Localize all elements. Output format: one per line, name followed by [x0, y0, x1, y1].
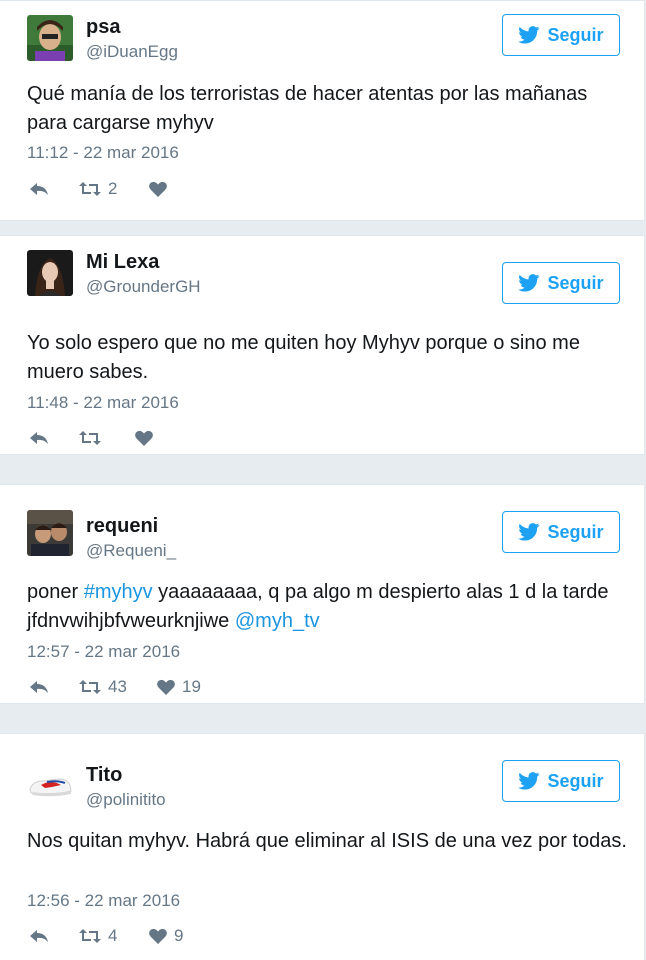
heart-icon: [135, 430, 153, 446]
heart-icon: [149, 928, 167, 944]
reply-button[interactable]: [28, 678, 78, 696]
tweet-text: Qué manía de los terroristas de hacer at…: [27, 83, 588, 134]
reply-icon: [30, 681, 48, 693]
tweet-text-part: poner: [27, 581, 84, 603]
tweet-card: psa @iDuanEgg Seguir Qué manía de los te…: [0, 0, 645, 221]
retweet-button[interactable]: [78, 429, 134, 447]
reply-button[interactable]: [28, 927, 78, 945]
retweet-button[interactable]: 2: [78, 179, 148, 199]
twitter-bird-icon: [518, 274, 540, 292]
reply-button[interactable]: [28, 429, 78, 447]
retweet-count: 2: [108, 179, 118, 198]
tweet-actions: 2: [28, 178, 174, 200]
mention-link[interactable]: @myh_tv: [235, 610, 320, 632]
reply-icon: [30, 183, 48, 195]
username[interactable]: @iDuanEgg: [86, 41, 178, 63]
retweet-icon: [79, 431, 101, 445]
username[interactable]: @GrounderGH: [86, 276, 201, 298]
twitter-bird-icon: [518, 26, 540, 44]
retweet-icon: [79, 680, 101, 694]
like-button[interactable]: [148, 180, 174, 198]
display-name[interactable]: psa: [86, 16, 120, 38]
like-button[interactable]: [134, 429, 160, 447]
tweet-actions: [28, 427, 160, 449]
tweet-feed: psa @iDuanEgg Seguir Qué manía de los te…: [0, 0, 646, 960]
like-count: 19: [182, 677, 201, 696]
tweet-text: Yo solo espero que no me quiten hoy Myhy…: [27, 332, 580, 383]
heart-icon: [157, 679, 175, 695]
retweet-button[interactable]: 4: [78, 926, 148, 946]
retweet-icon: [79, 929, 101, 943]
like-button[interactable]: 19: [156, 677, 201, 697]
follow-label: Seguir: [547, 24, 604, 45]
reply-icon: [30, 432, 48, 444]
follow-label: Seguir: [547, 272, 604, 293]
avatar[interactable]: [27, 15, 73, 61]
follow-label: Seguir: [547, 770, 604, 791]
like-button[interactable]: 9: [148, 926, 183, 946]
tweet-text: Nos quitan myhyv. Habrá que eliminar al …: [27, 830, 627, 852]
retweet-count: 4: [108, 926, 118, 945]
retweet-count: 43: [108, 677, 127, 696]
avatar[interactable]: [27, 250, 73, 296]
tweet-text: poner #myhyv yaaaaaaaa, q pa algo m desp…: [27, 578, 627, 636]
tweet-card: requeni @Requeni_ Seguir poner #myhyv ya…: [0, 484, 645, 704]
reply-icon: [30, 930, 48, 942]
twitter-bird-icon: [518, 523, 540, 541]
tweet-timestamp[interactable]: 11:48 - 22 mar 2016: [27, 392, 179, 414]
follow-button[interactable]: Seguir: [502, 760, 620, 802]
retweet-button[interactable]: 43: [78, 677, 156, 697]
display-name[interactable]: requeni: [86, 515, 158, 537]
follow-button[interactable]: Seguir: [502, 14, 620, 56]
hashtag-link[interactable]: #myhyv: [84, 581, 153, 603]
heart-icon: [149, 181, 167, 197]
like-count: 9: [174, 926, 184, 945]
username[interactable]: @polinitito: [86, 789, 166, 811]
reply-button[interactable]: [28, 180, 78, 198]
tweet-actions: 43 19: [28, 676, 201, 698]
display-name[interactable]: Mi Lexa: [86, 251, 159, 273]
retweet-icon: [79, 182, 101, 196]
tweet-timestamp[interactable]: 11:12 - 22 mar 2016: [27, 142, 179, 164]
tweet-card: Mi Lexa @GrounderGH Seguir Yo solo esper…: [0, 235, 645, 455]
tweet-timestamp[interactable]: 12:56 - 22 mar 2016: [27, 890, 180, 912]
follow-button[interactable]: Seguir: [502, 511, 620, 553]
follow-button[interactable]: Seguir: [502, 262, 620, 304]
tweet-timestamp[interactable]: 12:57 - 22 mar 2016: [27, 641, 180, 663]
username[interactable]: @Requeni_: [86, 540, 176, 562]
tweet-actions: 4 9: [28, 925, 183, 947]
avatar[interactable]: [27, 510, 73, 556]
twitter-bird-icon: [518, 772, 540, 790]
avatar[interactable]: [27, 759, 73, 805]
follow-label: Seguir: [547, 521, 604, 542]
tweet-card: Tito @polinitito Seguir Nos quitan myhyv…: [0, 733, 645, 960]
display-name[interactable]: Tito: [86, 764, 122, 786]
